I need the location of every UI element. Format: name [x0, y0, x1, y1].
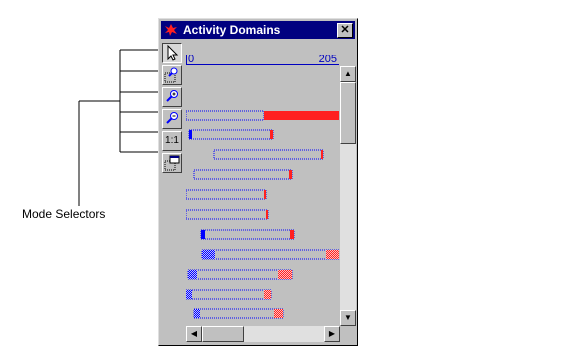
app-icon: [165, 24, 177, 36]
activity-chart[interactable]: 0 205: [186, 55, 339, 327]
close-button[interactable]: ✕: [337, 23, 353, 38]
vertical-scrollbar[interactable]: ▲ ▼: [340, 66, 356, 326]
domain-bar[interactable]: [186, 110, 339, 121]
domain-bars: [186, 110, 339, 319]
domain-bar[interactable]: [200, 229, 295, 240]
one-to-one-mode-button[interactable]: 1:1: [162, 131, 182, 151]
domain-bar[interactable]: [188, 129, 274, 140]
domain-bar[interactable]: [186, 289, 272, 300]
horizontal-scroll-thumb[interactable]: [202, 326, 244, 342]
select-mode-button[interactable]: [162, 43, 182, 63]
vertical-scroll-thumb[interactable]: [340, 82, 356, 144]
zoom-out-icon: [166, 112, 178, 124]
mode-toolbar: 1:1: [162, 43, 182, 175]
horizontal-scrollbar[interactable]: ◀ ▶: [186, 326, 340, 342]
zoom-box-icon: [164, 67, 178, 83]
scroll-up-button[interactable]: ▲: [340, 66, 356, 82]
zoom-box-mode-button[interactable]: [162, 65, 182, 85]
domain-bar[interactable]: [213, 149, 324, 160]
scroll-corner: [340, 326, 356, 342]
mode-selectors-label: Mode Selectors: [22, 207, 106, 221]
callout-lines: [78, 49, 160, 206]
domain-bar[interactable]: [201, 249, 339, 260]
window-title: Activity Domains: [183, 23, 281, 37]
domain-bar[interactable]: [186, 209, 269, 220]
zoom-in-mode-button[interactable]: [162, 87, 182, 107]
scroll-left-button[interactable]: ◀: [186, 326, 202, 342]
domain-bar[interactable]: [193, 169, 293, 180]
scroll-right-button[interactable]: ▶: [324, 326, 340, 342]
scroll-down-button[interactable]: ▼: [340, 310, 356, 326]
fit-window-icon: [164, 155, 180, 171]
domain-bar[interactable]: [186, 189, 267, 200]
fit-window-mode-button[interactable]: [162, 153, 182, 173]
arrow-cursor-icon: [167, 44, 179, 61]
activity-domains-window: Activity Domains ✕ 1:1 0 205 ▲ ▼ ◀ ▶: [158, 18, 358, 346]
zoom-out-mode-button[interactable]: [162, 109, 182, 129]
title-bar[interactable]: Activity Domains ✕: [161, 21, 355, 39]
zoom-in-icon: [166, 90, 178, 102]
domain-bar[interactable]: [193, 308, 284, 319]
domain-bar[interactable]: [187, 269, 293, 280]
